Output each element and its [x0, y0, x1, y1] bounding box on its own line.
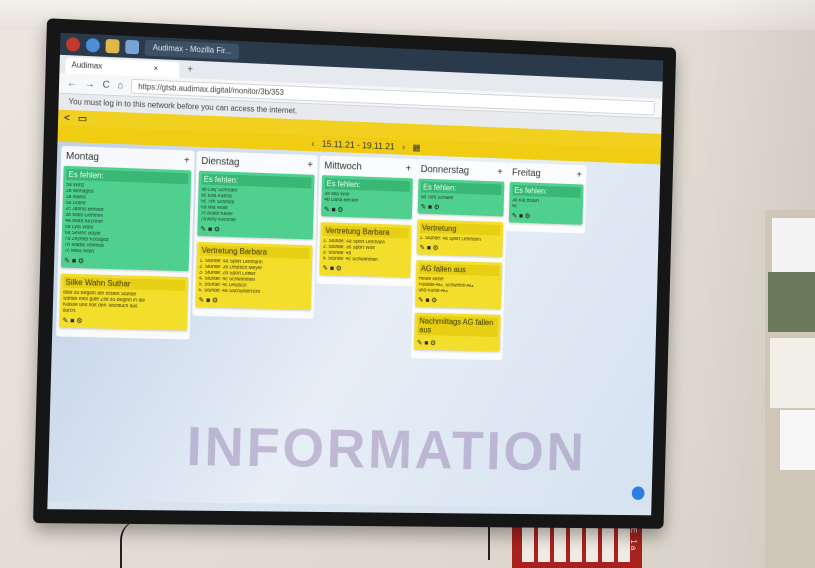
- card-title: Vertretung Barbara: [323, 225, 409, 239]
- home-button[interactable]: ⌂: [117, 80, 123, 91]
- settings-icon[interactable]: ⚙: [214, 227, 220, 234]
- media-icon[interactable]: ▭: [78, 113, 88, 124]
- folder-icon[interactable]: [105, 38, 120, 54]
- card-title: Vertretung Barbara: [199, 244, 310, 259]
- schedule-card[interactable]: Vertretung Barbara 1. Stunde: 4a Sport Le…: [319, 222, 412, 278]
- card-line: 4c: [511, 204, 517, 210]
- schedule-card[interactable]: Es fehlen: 5a Wirtz 2b Mohaged 2a Marks 5a D…: [60, 165, 192, 272]
- add-card-icon[interactable]: +: [576, 170, 582, 181]
- schedule-card[interactable]: Es fehlen: 3b Kia Braun 4c ✎ ■ ⚙: [508, 181, 584, 225]
- tv-screen: Audimax - Mozilla Fir... Audimax × + ← →…: [47, 32, 664, 516]
- new-tab-button[interactable]: +: [179, 62, 201, 79]
- settings-icon[interactable]: ⚙: [525, 213, 531, 220]
- pinned-note: [772, 218, 815, 273]
- taskbar-window-tab[interactable]: Audimax - Mozilla Fir...: [144, 39, 240, 60]
- card-actions: ✎ ■ ⚙: [62, 317, 184, 328]
- card-actions: ✎ ■ ⚙: [512, 212, 580, 222]
- tv-cable: [120, 520, 152, 568]
- settings-icon[interactable]: ⚙: [337, 207, 343, 214]
- settings-icon[interactable]: ⚙: [430, 340, 436, 347]
- pinned-note: [780, 410, 815, 470]
- column-title: Freitag: [511, 167, 541, 180]
- card-line: und Kunst-AG: [418, 288, 448, 295]
- card-actions: ✎ ■ ⚙: [198, 296, 308, 307]
- day-column: Dienstag + Es fehlen: 4b Lilly Schröder 5c E…: [192, 150, 318, 319]
- card-title: Vertretung: [419, 222, 501, 236]
- day-column: Donnerstag + Es fehlen: 5b Tom Schäfer ✎ ■ ⚙…: [410, 159, 508, 361]
- card-actions: ✎ ■ ⚙: [417, 339, 497, 349]
- card-actions: ✎ ■ ⚙: [324, 206, 409, 217]
- back-arrow-icon[interactable]: <: [64, 112, 70, 123]
- schedule-card[interactable]: Vertretung 1. Stunde: 4a Sport Lehmann ✎ ■…: [416, 219, 504, 257]
- week-range: 15.11.21 - 19.11.21: [321, 138, 395, 152]
- column-title: Donnerstag: [420, 164, 470, 177]
- card-title: Es fehlen:: [512, 184, 581, 198]
- day-column: Mittwoch + Es fehlen: 3a Mia Wolf 4b Dana Be…: [316, 155, 417, 287]
- information-watermark: INFORMATION: [185, 414, 588, 483]
- settings-icon[interactable]: ⚙: [336, 266, 342, 273]
- schedule-card[interactable]: Es fehlen: 5b Tom Schäfer ✎ ■ ⚙: [417, 178, 505, 217]
- schedule-card[interactable]: Silke Wahn Suthar bitte zu Beginn der ers…: [59, 273, 189, 331]
- reload-button[interactable]: C: [102, 79, 109, 90]
- card-title: Es fehlen:: [66, 168, 189, 185]
- settings-icon[interactable]: ⚙: [212, 298, 218, 305]
- schedule-card[interactable]: Es fehlen: 4b Lilly Schröder 5c Eda Kahrai…: [197, 170, 315, 240]
- forward-button[interactable]: →: [85, 78, 95, 89]
- card-actions: ✎ ■ ⚙: [421, 203, 501, 213]
- schedule-card[interactable]: Es fehlen: 3a Mia Wolf 4b Dana Becker ✎ ■ ⚙: [321, 175, 413, 220]
- settings-icon[interactable]: ⚙: [433, 245, 439, 252]
- card-title: Silke Wahn Suthar: [63, 276, 186, 291]
- card-title: Es fehlen:: [324, 178, 411, 192]
- card-line: durch.: [62, 308, 77, 314]
- column-title: Montag: [65, 150, 100, 164]
- pinned-photo: [768, 272, 815, 332]
- day-column: Freitag + Es fehlen: 3b Kia Braun 4c ✎ ■ ⚙: [505, 162, 587, 234]
- terminal-icon[interactable]: [125, 39, 140, 55]
- settings-icon[interactable]: ⚙: [76, 318, 82, 325]
- card-line: 4b Dana Becker: [324, 197, 359, 204]
- card-title: Nachmittags AG fallen aus: [417, 315, 498, 337]
- card-actions: ✎ ■ ⚙: [64, 257, 186, 268]
- card-title: Es fehlen:: [201, 173, 312, 189]
- close-icon[interactable]: ×: [153, 64, 158, 73]
- back-button[interactable]: ←: [67, 78, 77, 89]
- settings-icon[interactable]: ⚙: [434, 204, 440, 211]
- add-card-icon[interactable]: +: [406, 164, 412, 175]
- card-line: 4. Stunde: 4c Schwimmen: [322, 256, 378, 263]
- prev-week-button[interactable]: ‹: [311, 138, 314, 148]
- schedule-card[interactable]: Nachmittags AG fallen aus ✎ ■ ⚙: [413, 312, 501, 352]
- calendar-icon[interactable]: ▦: [412, 142, 420, 153]
- schedule-card[interactable]: Vertretung Barbara 1. Stunde: 4a Sport Le…: [195, 241, 313, 310]
- pinned-note: [770, 338, 815, 408]
- column-title: Dienstag: [201, 155, 240, 169]
- card-actions: ✎ ■ ⚙: [419, 244, 499, 254]
- globe-icon[interactable]: [85, 38, 100, 53]
- card-line: 5b Tom Schäfer: [420, 195, 454, 202]
- day-column: Montag + Es fehlen: 5a Wirtz 2b Mohaged 2a Ma…: [56, 145, 195, 340]
- card-actions: ✎ ■ ⚙: [322, 264, 407, 274]
- settings-icon[interactable]: ⚙: [431, 298, 437, 305]
- schedule-board: INFORMATION Montag + Es fehlen: 5a Wirtz 2b …: [47, 141, 661, 508]
- add-card-icon[interactable]: +: [184, 155, 190, 166]
- browser-tab-title: Audimax: [71, 60, 103, 71]
- add-fab-button[interactable]: [631, 486, 645, 500]
- column-title: Mittwoch: [324, 160, 362, 173]
- pencil-icon[interactable]: ✎: [62, 318, 70, 325]
- card-actions: ✎ ■ ⚙: [418, 296, 498, 306]
- card-title: AG fallen aus: [418, 263, 500, 277]
- card-title: Es fehlen:: [421, 181, 502, 196]
- add-card-icon[interactable]: +: [307, 160, 313, 171]
- card-line: 1. Stunde: 4a Sport Lehmann: [419, 235, 481, 243]
- raspberry-icon[interactable]: [65, 37, 81, 52]
- add-card-icon[interactable]: +: [497, 167, 503, 178]
- schedule-card[interactable]: AG fallen aus Heute keine Fußball-AG, Schw…: [415, 260, 503, 310]
- card-actions: ✎ ■ ⚙: [200, 225, 310, 236]
- next-week-button[interactable]: ›: [402, 142, 405, 152]
- tv-monitor: Audimax - Mozilla Fir... Audimax × + ← →…: [32, 18, 677, 529]
- card-line: 7a Amy Kirchner: [200, 217, 237, 224]
- settings-icon[interactable]: ⚙: [78, 258, 84, 265]
- card-line: 6. Stunde: 4a Sachunterricht: [198, 288, 261, 295]
